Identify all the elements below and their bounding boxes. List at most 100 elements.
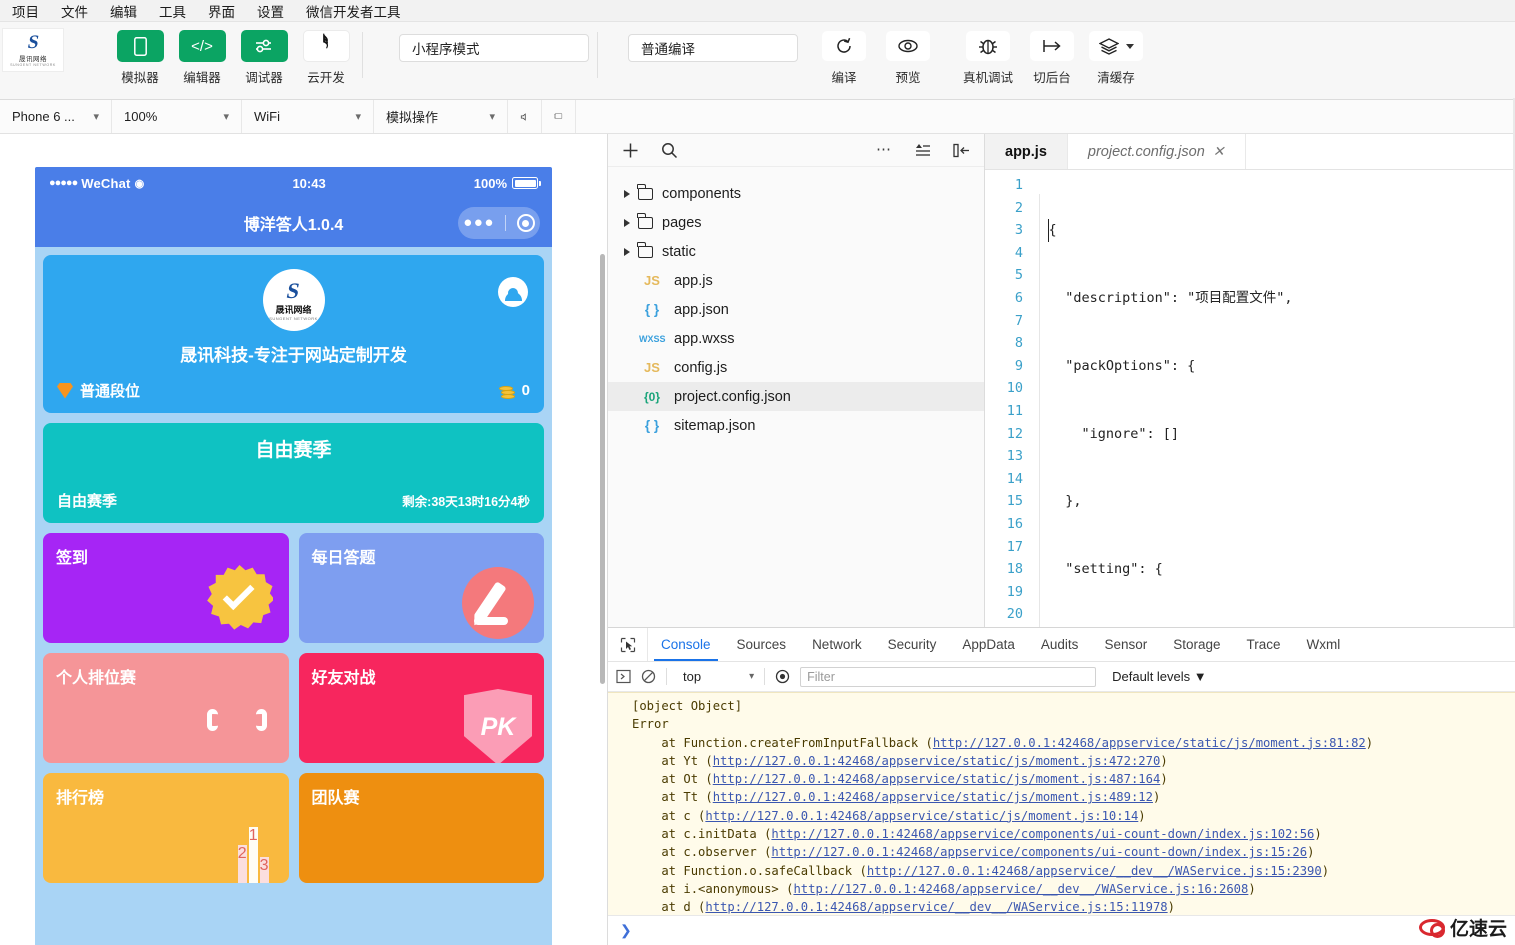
- tile-daily-quiz[interactable]: 每日答题: [299, 533, 545, 643]
- tile-signin[interactable]: 签到: [43, 533, 289, 643]
- devtools-tab-sensor[interactable]: Sensor: [1091, 628, 1160, 661]
- season-banner[interactable]: 自由赛季 自由赛季 剩余:38天13时16分4秒: [43, 423, 544, 523]
- console-link[interactable]: http://127.0.0.1:42468/appservice/__dev_…: [867, 864, 1322, 878]
- console-link[interactable]: http://127.0.0.1:42468/appservice/__dev_…: [793, 882, 1248, 896]
- menu-item-edit[interactable]: 编辑: [110, 1, 137, 21]
- menu-item-file[interactable]: 文件: [61, 1, 88, 21]
- file-tree-file-app-json[interactable]: { } app.json: [608, 295, 984, 324]
- console-levels-select[interactable]: Default levels ▼: [1112, 669, 1207, 684]
- simulator-button[interactable]: 模拟器: [112, 30, 168, 86]
- tile-leaderboard[interactable]: 排行榜 2 1 3: [43, 773, 289, 883]
- simulate-action-select[interactable]: 模拟操作 ▾: [374, 100, 508, 133]
- console-link[interactable]: http://127.0.0.1:42468/appservice/compon…: [771, 827, 1314, 841]
- background-action-label: 切后台: [1033, 67, 1071, 86]
- tile-label: 个人排位赛: [56, 664, 136, 688]
- devtools-tab-console[interactable]: Console: [648, 628, 724, 661]
- sort-icon[interactable]: [914, 143, 931, 157]
- zoom-select[interactable]: 100% ▾: [112, 100, 242, 133]
- menu-item-devtools[interactable]: 微信开发者工具: [306, 1, 401, 21]
- console-link[interactable]: http://127.0.0.1:42468/appservice/static…: [713, 790, 1153, 804]
- status-carrier-group: ●●●●● WeChat ◉: [49, 176, 144, 191]
- console-link[interactable]: http://127.0.0.1:42468/appservice/compon…: [771, 845, 1307, 859]
- devtools-tab-trace[interactable]: Trace: [1234, 628, 1294, 661]
- panel-icon[interactable]: [616, 669, 631, 684]
- file-tree-folder-components[interactable]: components: [608, 179, 984, 208]
- file-tree-file-app-wxss[interactable]: WXSS app.wxss: [608, 324, 984, 353]
- menu-item-project[interactable]: 项目: [12, 1, 39, 21]
- close-target-icon[interactable]: [517, 214, 535, 232]
- cloud-dev-button[interactable]: 𝅰 云开发: [298, 30, 354, 86]
- network-select[interactable]: WiFi ▾: [242, 100, 374, 133]
- file-tree-label: config.js: [674, 360, 727, 376]
- refresh-icon: [822, 31, 866, 61]
- devtools-tab-sources[interactable]: Sources: [724, 628, 800, 661]
- inspect-icon[interactable]: [608, 628, 648, 661]
- line-number: 1: [985, 174, 1023, 197]
- devtools-tab-wxml[interactable]: Wxml: [1294, 628, 1354, 661]
- devtools-tab-security[interactable]: Security: [875, 628, 950, 661]
- code-icon: </>: [179, 30, 226, 62]
- menu-item-interface[interactable]: 界面: [208, 1, 235, 21]
- line-number: 9: [985, 355, 1023, 378]
- console-prompt[interactable]: ❯: [608, 915, 1515, 945]
- file-tree-file-config-js[interactable]: JS config.js: [608, 353, 984, 382]
- menu-item-settings[interactable]: 设置: [257, 1, 284, 21]
- eye-icon[interactable]: [775, 669, 790, 684]
- line-number: 8: [985, 332, 1023, 355]
- compile-action[interactable]: 编译: [812, 22, 876, 86]
- console-output[interactable]: [object Object] Error at Function.create…: [608, 692, 1515, 915]
- search-icon[interactable]: [661, 142, 678, 159]
- console-link[interactable]: http://127.0.0.1:42468/appservice/static…: [705, 809, 1138, 823]
- compile-select-value[interactable]: 普通编译: [628, 34, 798, 62]
- volume-icon[interactable]: [508, 100, 542, 133]
- background-action[interactable]: 切后台: [1020, 22, 1084, 86]
- devtools-tab-audits[interactable]: Audits: [1028, 628, 1092, 661]
- coins-group: 0: [499, 382, 530, 399]
- console-link[interactable]: http://127.0.0.1:42468/appservice/static…: [713, 772, 1161, 786]
- mode-select-value[interactable]: 小程序模式: [399, 34, 589, 62]
- rank-badge-icon: [57, 383, 73, 399]
- devtools-tab-storage[interactable]: Storage: [1160, 628, 1233, 661]
- devtools-tab-appdata[interactable]: AppData: [949, 628, 1028, 661]
- line-number: 2: [985, 197, 1023, 220]
- console-link[interactable]: http://127.0.0.1:42468/appservice/__dev_…: [705, 900, 1167, 914]
- file-tree-file-project-config-json[interactable]: {0} project.config.json: [608, 382, 984, 411]
- console-filter-input[interactable]: Filter: [800, 667, 1096, 687]
- add-icon[interactable]: [622, 142, 639, 159]
- clear-cache-action[interactable]: 清缓存: [1084, 22, 1148, 86]
- file-tree-file-sitemap-json[interactable]: { } sitemap.json: [608, 411, 984, 440]
- screen-icon[interactable]: [542, 100, 576, 133]
- device-select[interactable]: Phone 6 ... ▾: [0, 100, 112, 133]
- console-context-select[interactable]: top ▾: [677, 669, 754, 684]
- chevron-down-icon: ▾: [93, 110, 99, 123]
- tile-friend-battle[interactable]: 好友对战 PK: [299, 653, 545, 763]
- tab-app-js[interactable]: app.js: [985, 134, 1068, 169]
- compile-select[interactable]: 普通编译: [628, 34, 798, 62]
- file-tree-folder-static[interactable]: static: [608, 237, 984, 266]
- clear-icon[interactable]: [641, 669, 656, 684]
- avatar-icon[interactable]: [498, 277, 528, 307]
- tile-label: 排行榜: [56, 784, 104, 808]
- capsule-divider: [505, 215, 506, 231]
- tab-project-config-json[interactable]: project.config.json ✕: [1068, 134, 1246, 169]
- preview-action[interactable]: 预览: [876, 22, 940, 86]
- tile-solo-rank[interactable]: 个人排位赛: [43, 653, 289, 763]
- devtools-tab-network[interactable]: Network: [799, 628, 875, 661]
- wechat-capsule[interactable]: ●●●: [458, 207, 540, 239]
- file-tree-file-app-js[interactable]: JS app.js: [608, 266, 984, 295]
- tile-team-match[interactable]: 团队赛: [299, 773, 545, 883]
- console-link[interactable]: http://127.0.0.1:42468/appservice/static…: [933, 736, 1366, 750]
- debugger-button[interactable]: 调试器: [236, 30, 292, 86]
- brand-logo-name: 晟讯网络: [19, 53, 47, 63]
- file-tree-folder-pages[interactable]: pages: [608, 208, 984, 237]
- menu-item-tools[interactable]: 工具: [159, 1, 186, 21]
- real-device-debug-action[interactable]: 真机调试: [956, 22, 1020, 86]
- collapse-icon[interactable]: [953, 143, 970, 158]
- simulator-scrollbar[interactable]: [600, 254, 605, 684]
- close-icon[interactable]: ✕: [1213, 143, 1225, 160]
- chevron-right-icon: [624, 190, 630, 198]
- mode-select[interactable]: 小程序模式: [399, 34, 589, 62]
- config-file-icon: {0}: [639, 390, 665, 404]
- console-link[interactable]: http://127.0.0.1:42468/appservice/static…: [713, 754, 1161, 768]
- editor-button[interactable]: </> 编辑器: [174, 30, 230, 86]
